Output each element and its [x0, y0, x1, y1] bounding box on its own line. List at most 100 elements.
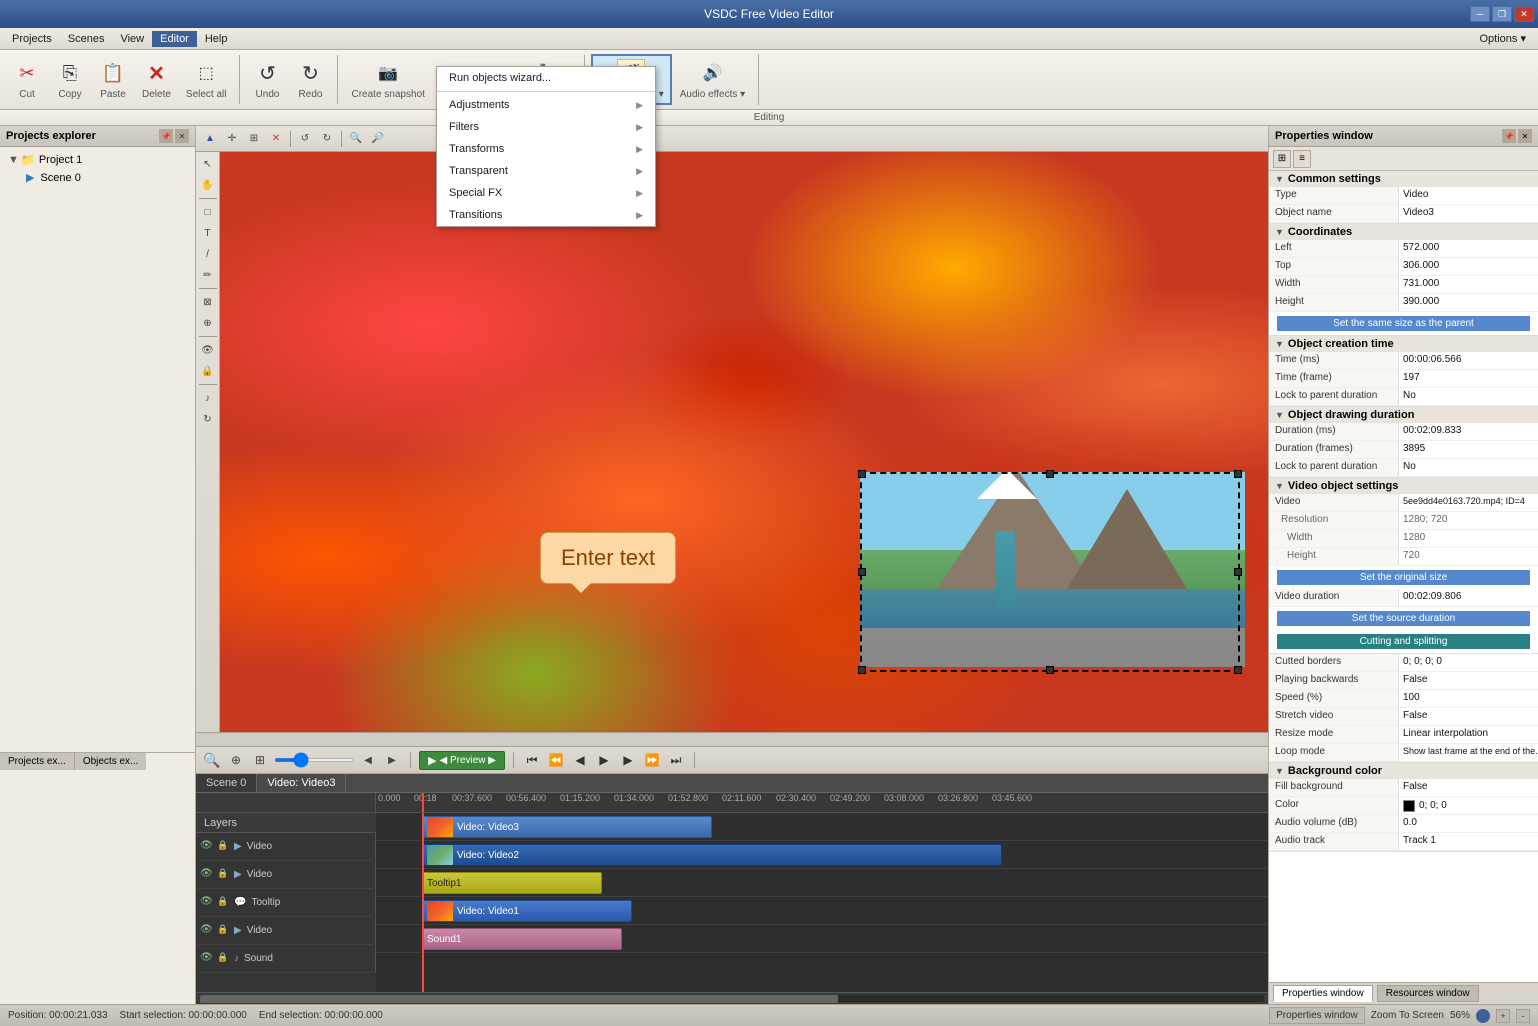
dur-frames-value[interactable]: 3895 [1399, 441, 1538, 458]
close-props-btn[interactable]: ✕ [1518, 129, 1532, 143]
pin-btn[interactable]: 📌 [159, 129, 173, 143]
cut-button[interactable]: ✂ Cut [6, 55, 48, 104]
rewind-btn[interactable]: ⏪ [546, 750, 566, 770]
zoom-out-status-btn[interactable]: - [1516, 1009, 1530, 1023]
stretch-value[interactable]: False [1399, 708, 1538, 725]
copy-button[interactable]: ⎘ Copy [49, 55, 91, 104]
zoom-in-status-btn[interactable]: + [1496, 1009, 1510, 1023]
vt-crop-tool[interactable]: ⊠ [198, 292, 218, 312]
coordinates-header[interactable]: ▼ Coordinates [1269, 224, 1538, 240]
resize-value[interactable]: Linear interpolation [1399, 726, 1538, 743]
step-fwd-btn[interactable]: ▶ [618, 750, 638, 770]
lock-icon-1[interactable]: 🔒 [217, 868, 231, 882]
delete-button[interactable]: ✕ Delete [135, 55, 178, 104]
fast-fwd-btn[interactable]: ⏩ [642, 750, 662, 770]
audio-track-value[interactable]: Track 1 [1399, 833, 1538, 850]
canvas-area[interactable]: ↖ ✋ □ T / ✏ ⊠ ⊕ 👁 🔒 ♪ ↻ [196, 152, 1268, 732]
timeline-left-btn[interactable]: ◀ [358, 750, 378, 770]
dur-ms-value[interactable]: 00:02:09.833 [1399, 423, 1538, 440]
menu-scenes[interactable]: Scenes [60, 31, 113, 47]
handle-middle-right[interactable] [1234, 568, 1242, 576]
clip-video2[interactable]: Video: Video2 [422, 844, 1002, 866]
vt-select-btn[interactable]: ▲ [200, 129, 220, 149]
zoom-plus-btn[interactable]: ⊕ [226, 750, 246, 770]
menu-help[interactable]: Help [197, 31, 236, 47]
original-size-btn[interactable]: Set the original size [1277, 570, 1530, 585]
zoom-slider[interactable] [274, 758, 354, 762]
vt-zoom-tool[interactable]: ⊕ [198, 313, 218, 333]
select-all-button[interactable]: ⬚ Select all [179, 55, 234, 104]
objects-tab[interactable]: Objects ex... [75, 753, 147, 770]
props-tool-1[interactable]: ⊞ [1273, 150, 1291, 168]
lock-icon[interactable] [1476, 1009, 1490, 1023]
handle-top-left[interactable] [858, 470, 866, 478]
lock-icon-0[interactable]: 🔒 [217, 840, 231, 854]
dropdown-adjustments[interactable]: Adjustments ▶ [437, 94, 655, 116]
vt-lock-tool[interactable]: 🔒 [198, 361, 218, 381]
vt-eye-tool[interactable]: 👁 [198, 340, 218, 360]
lock-dur-value[interactable]: No [1399, 459, 1538, 476]
handle-bottom-right[interactable] [1234, 666, 1242, 674]
cutted-borders-value[interactable]: 0; 0; 0; 0 [1399, 654, 1538, 671]
vt-pencil-tool[interactable]: ✏ [198, 265, 218, 285]
paste-button[interactable]: 📋 Paste [92, 55, 134, 104]
dropdown-special-fx[interactable]: Special FX ▶ [437, 182, 655, 204]
video-tab[interactable]: Video: Video3 [257, 774, 346, 792]
tracks-area[interactable]: Video: Video3 Video: Video2 Tooltip1 [376, 813, 1268, 992]
fill-bg-value[interactable]: False [1399, 779, 1538, 796]
audio-effects-button[interactable]: 🔊 Audio effects ▾ [673, 55, 752, 104]
creation-time-header[interactable]: ▼ Object creation time [1269, 336, 1538, 352]
scroll-track[interactable] [200, 995, 1264, 1002]
skip-start-btn[interactable]: ⏮ [522, 750, 542, 770]
play-btn[interactable]: ▶ [594, 750, 614, 770]
cutting-btn[interactable]: Cutting and splitting [1277, 634, 1530, 649]
video-settings-header[interactable]: ▼ Video object settings [1269, 478, 1538, 494]
lock-creation-value[interactable]: No [1399, 388, 1538, 405]
loop-value[interactable]: Show last frame at the end of the... [1399, 744, 1538, 761]
top-value[interactable]: 306.000 [1399, 258, 1538, 275]
skip-end-btn[interactable]: ⏭ [666, 750, 686, 770]
scroll-thumb[interactable] [200, 995, 838, 1003]
common-settings-header[interactable]: ▼ Common settings [1269, 171, 1538, 187]
properties-window-tab[interactable]: Properties window [1273, 985, 1373, 1002]
dropdown-filters[interactable]: Filters ▶ [437, 116, 655, 138]
eye-icon-4[interactable]: 👁 [200, 952, 214, 966]
create-snapshot-button[interactable]: 📷 Create snapshot [344, 55, 431, 104]
clip-video1[interactable]: Video: Video1 [422, 900, 632, 922]
bg-color-header[interactable]: ▼ Background color [1269, 763, 1538, 779]
props-tool-2[interactable]: ≡ [1293, 150, 1311, 168]
time-frame-value[interactable]: 197 [1399, 370, 1538, 387]
vt-hand-tool[interactable]: ✋ [198, 175, 218, 195]
time-ms-value[interactable]: 00:00:06.566 [1399, 352, 1538, 369]
playing-back-value[interactable]: False [1399, 672, 1538, 689]
vt-rect-tool[interactable]: □ [198, 202, 218, 222]
object-name-value[interactable]: Video3 [1399, 205, 1538, 222]
clip-sound[interactable]: Sound1 [422, 928, 622, 950]
resources-window-tab[interactable]: Resources window [1377, 985, 1479, 1002]
projects-tab[interactable]: Projects ex... [0, 753, 75, 770]
lock-icon-4[interactable]: 🔒 [217, 952, 231, 966]
canvas-hscrollbar[interactable] [196, 732, 1268, 746]
vt-music-tool[interactable]: ♪ [198, 388, 218, 408]
pin-props-btn[interactable]: 📌 [1502, 129, 1516, 143]
restore-btn[interactable]: ❐ [1492, 6, 1512, 22]
vt-zoom-out-btn[interactable]: 🔎 [368, 129, 388, 149]
eye-icon-0[interactable]: 👁 [200, 840, 214, 854]
timeline-hscrollbar[interactable] [196, 992, 1268, 1004]
timeline-right-btn[interactable]: ▶ [382, 750, 402, 770]
redo-button[interactable]: ↻ Redo [289, 55, 331, 104]
project-item[interactable]: ▼ 📁 Project 1 [4, 151, 191, 169]
zoom-minus-btn[interactable]: 🔍 [202, 750, 222, 770]
color-value[interactable]: 0; 0; 0 [1399, 797, 1538, 814]
dropdown-transparent[interactable]: Transparent ▶ [437, 160, 655, 182]
handle-bottom-middle[interactable] [1046, 666, 1054, 674]
step-back-btn[interactable]: ◀ [570, 750, 590, 770]
eye-icon-1[interactable]: 👁 [200, 868, 214, 882]
vt-zoom-in-btn[interactable]: 🔍 [346, 129, 366, 149]
menu-editor[interactable]: Editor [152, 31, 197, 47]
scene-item[interactable]: ▶ Scene 0 [4, 169, 191, 186]
vt-arrow-tool[interactable]: ↖ [198, 154, 218, 174]
left-value[interactable]: 572.000 [1399, 240, 1538, 257]
vt-line-tool[interactable]: / [198, 244, 218, 264]
drawing-duration-header[interactable]: ▼ Object drawing duration [1269, 407, 1538, 423]
